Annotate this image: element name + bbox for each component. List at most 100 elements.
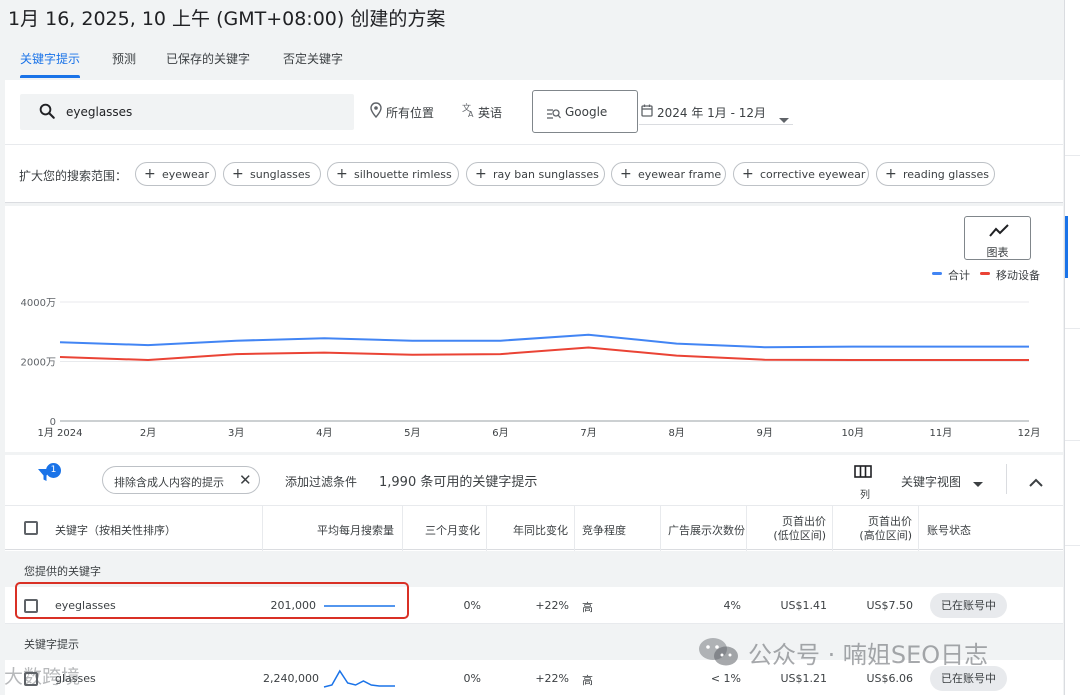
x-tick-label: 2月 [140, 427, 156, 439]
competition-cell: 高 [582, 674, 593, 687]
tab-forecast[interactable]: 预测 [112, 50, 136, 78]
broaden-search-label: 扩大您的搜索范围： [19, 169, 128, 183]
plus-icon: + [336, 166, 348, 182]
plus-icon: + [475, 166, 487, 182]
x-tick-label: 6月 [492, 427, 508, 439]
date-range-value: 2024 年 1月 - 12月 [657, 106, 767, 120]
trend-line-icon [989, 223, 1009, 243]
watermark-text: 公众号 · 喃姐SEO日志 [748, 641, 989, 669]
broaden-chip[interactable]: + eyewear [135, 162, 216, 186]
x-tick-label: 10月 [841, 427, 864, 439]
watermark-left: 大数跨境 [4, 666, 81, 688]
chart-type-label: 图表 [986, 246, 1009, 259]
broaden-chip[interactable]: + ray ban sunglasses [466, 162, 605, 186]
high-bid-cell: US$6.06 [866, 672, 913, 685]
column-header-competition[interactable]: 竞争程度 [575, 506, 661, 551]
divider [1065, 545, 1080, 546]
svg-text:A: A [468, 110, 474, 118]
chevron-down-icon [973, 477, 983, 491]
filter-count-badge: 1 [46, 463, 61, 478]
columns-label: 列 [860, 490, 870, 501]
network-value: Google [565, 105, 608, 119]
chevron-down-icon [779, 109, 789, 128]
chart-panel: 0 2000万 4000万 1月 2024 2月 3月 4月 5月 6月 7月 8月 9月 10月 11月… [5, 206, 1063, 452]
column-header-status[interactable]: 账号状态 [919, 506, 1063, 551]
divider [1065, 155, 1080, 156]
divider [1065, 328, 1080, 329]
plus-icon: + [742, 166, 754, 182]
column-header-keyword[interactable]: 关键字（按相关性排序） [5, 506, 263, 551]
column-header-low-bid[interactable]: 页首出价 (低位区间) [747, 506, 833, 551]
plus-icon: + [144, 166, 156, 182]
yoy-cell: +22% [535, 599, 569, 612]
columns-icon [854, 464, 872, 483]
legend-swatch [932, 272, 942, 275]
legend-swatch [980, 272, 990, 275]
x-tick-label: 8月 [668, 427, 684, 439]
high-bid-cell: US$7.50 [866, 599, 913, 612]
network-filter[interactable]: Google [532, 90, 638, 133]
impression-share-cell: < 1% [710, 672, 741, 685]
plus-icon: + [232, 166, 244, 182]
active-indicator [1065, 216, 1068, 278]
sparkline-path [323, 669, 395, 688]
column-header-avg-searches[interactable]: 平均每月搜索量 [263, 506, 403, 551]
yoy-cell: +22% [535, 672, 569, 685]
column-header-yoy[interactable]: 年同比变化 [487, 506, 575, 551]
impression-share-cell: 4% [723, 599, 741, 612]
broaden-chip[interactable]: + sunglasses [223, 162, 321, 186]
avg-searches-cell: 2,240,000 [263, 672, 319, 685]
broaden-chip[interactable]: + eyewear frame [611, 162, 726, 186]
close-icon[interactable]: ✕ [239, 471, 252, 489]
column-header-high-bid[interactable]: 页首出价 (高位区间) [833, 506, 919, 551]
low-bid-cell: US$1.41 [780, 599, 827, 612]
broaden-chip[interactable]: + reading glasses [876, 162, 995, 186]
wechat-icon [697, 636, 741, 672]
keyword-count: 1,990 条可用的关键字提示 [379, 475, 538, 490]
x-tick-label: 5月 [404, 427, 420, 439]
x-tick-label: 4月 [316, 427, 332, 439]
search-volume-chart: 0 2000万 4000万 1月 2024 2月 3月 4月 5月 6月 7月 8月 9月 10月 11月… [21, 298, 1041, 439]
translate-icon: 文A [462, 102, 476, 121]
x-tick-label: 7月 [580, 427, 596, 439]
broaden-chip[interactable]: + silhouette rimless [327, 162, 459, 186]
keyword-view-select[interactable]: 关键字视图 [901, 473, 983, 490]
page-title: 1月 16, 2025, 10 上午 (GMT+08:00) 创建的方案 [8, 8, 446, 30]
chevron-up-icon[interactable] [1029, 472, 1043, 491]
tab-negative-keywords[interactable]: 否定关键字 [283, 50, 343, 78]
location-pin-icon [370, 102, 382, 121]
column-header-three-month[interactable]: 三个月变化 [403, 506, 487, 551]
plus-icon: + [620, 166, 632, 182]
trend-sparkline [323, 669, 395, 688]
series-line [59, 346, 1029, 362]
status-badge: 已在账号中 [930, 593, 1007, 618]
side-panel-edge [1064, 0, 1080, 695]
divider [1006, 464, 1007, 494]
column-header-impression-share[interactable]: 广告展示次数份 [661, 506, 747, 551]
x-tick-label: 11月 [930, 427, 953, 439]
search-panel: eyeglasses 所有位置 文A 英语 Google 2024 年 1月 -… [5, 80, 1063, 203]
x-tick-label: 9月 [757, 427, 773, 439]
broaden-chip[interactable]: + corrective eyewear [733, 162, 869, 186]
select-all-checkbox[interactable] [24, 521, 38, 535]
date-range-select[interactable]: 2024 年 1月 - 12月 [639, 101, 793, 125]
adult-filter-label: 排除含成人内容的提示 [114, 476, 224, 489]
tab-keyword-ideas[interactable]: 关键字提示 [20, 50, 81, 78]
calendar-icon [641, 102, 653, 121]
three-month-cell: 0% [463, 672, 481, 685]
tab-saved-keywords[interactable]: 已保存的关键字 [166, 50, 250, 78]
x-tick-label: 12月 [1018, 427, 1041, 439]
low-bid-cell: US$1.21 [780, 672, 827, 685]
network-icon [547, 105, 561, 124]
add-filter-button[interactable]: 添加过滤条件 [285, 473, 357, 490]
plus-icon: + [885, 166, 897, 182]
search-input[interactable]: eyeglasses [20, 94, 354, 130]
divider [5, 144, 1063, 145]
three-month-cell: 0% [463, 599, 481, 612]
chart-type-button[interactable]: 图表 [964, 216, 1031, 260]
adult-content-filter-chip[interactable]: 排除含成人内容的提示 ✕ [102, 466, 260, 494]
search-icon [38, 102, 56, 124]
columns-button[interactable]: 列 [854, 464, 880, 501]
divider [1065, 440, 1080, 441]
y-tick-label: 4000万 [21, 298, 56, 309]
